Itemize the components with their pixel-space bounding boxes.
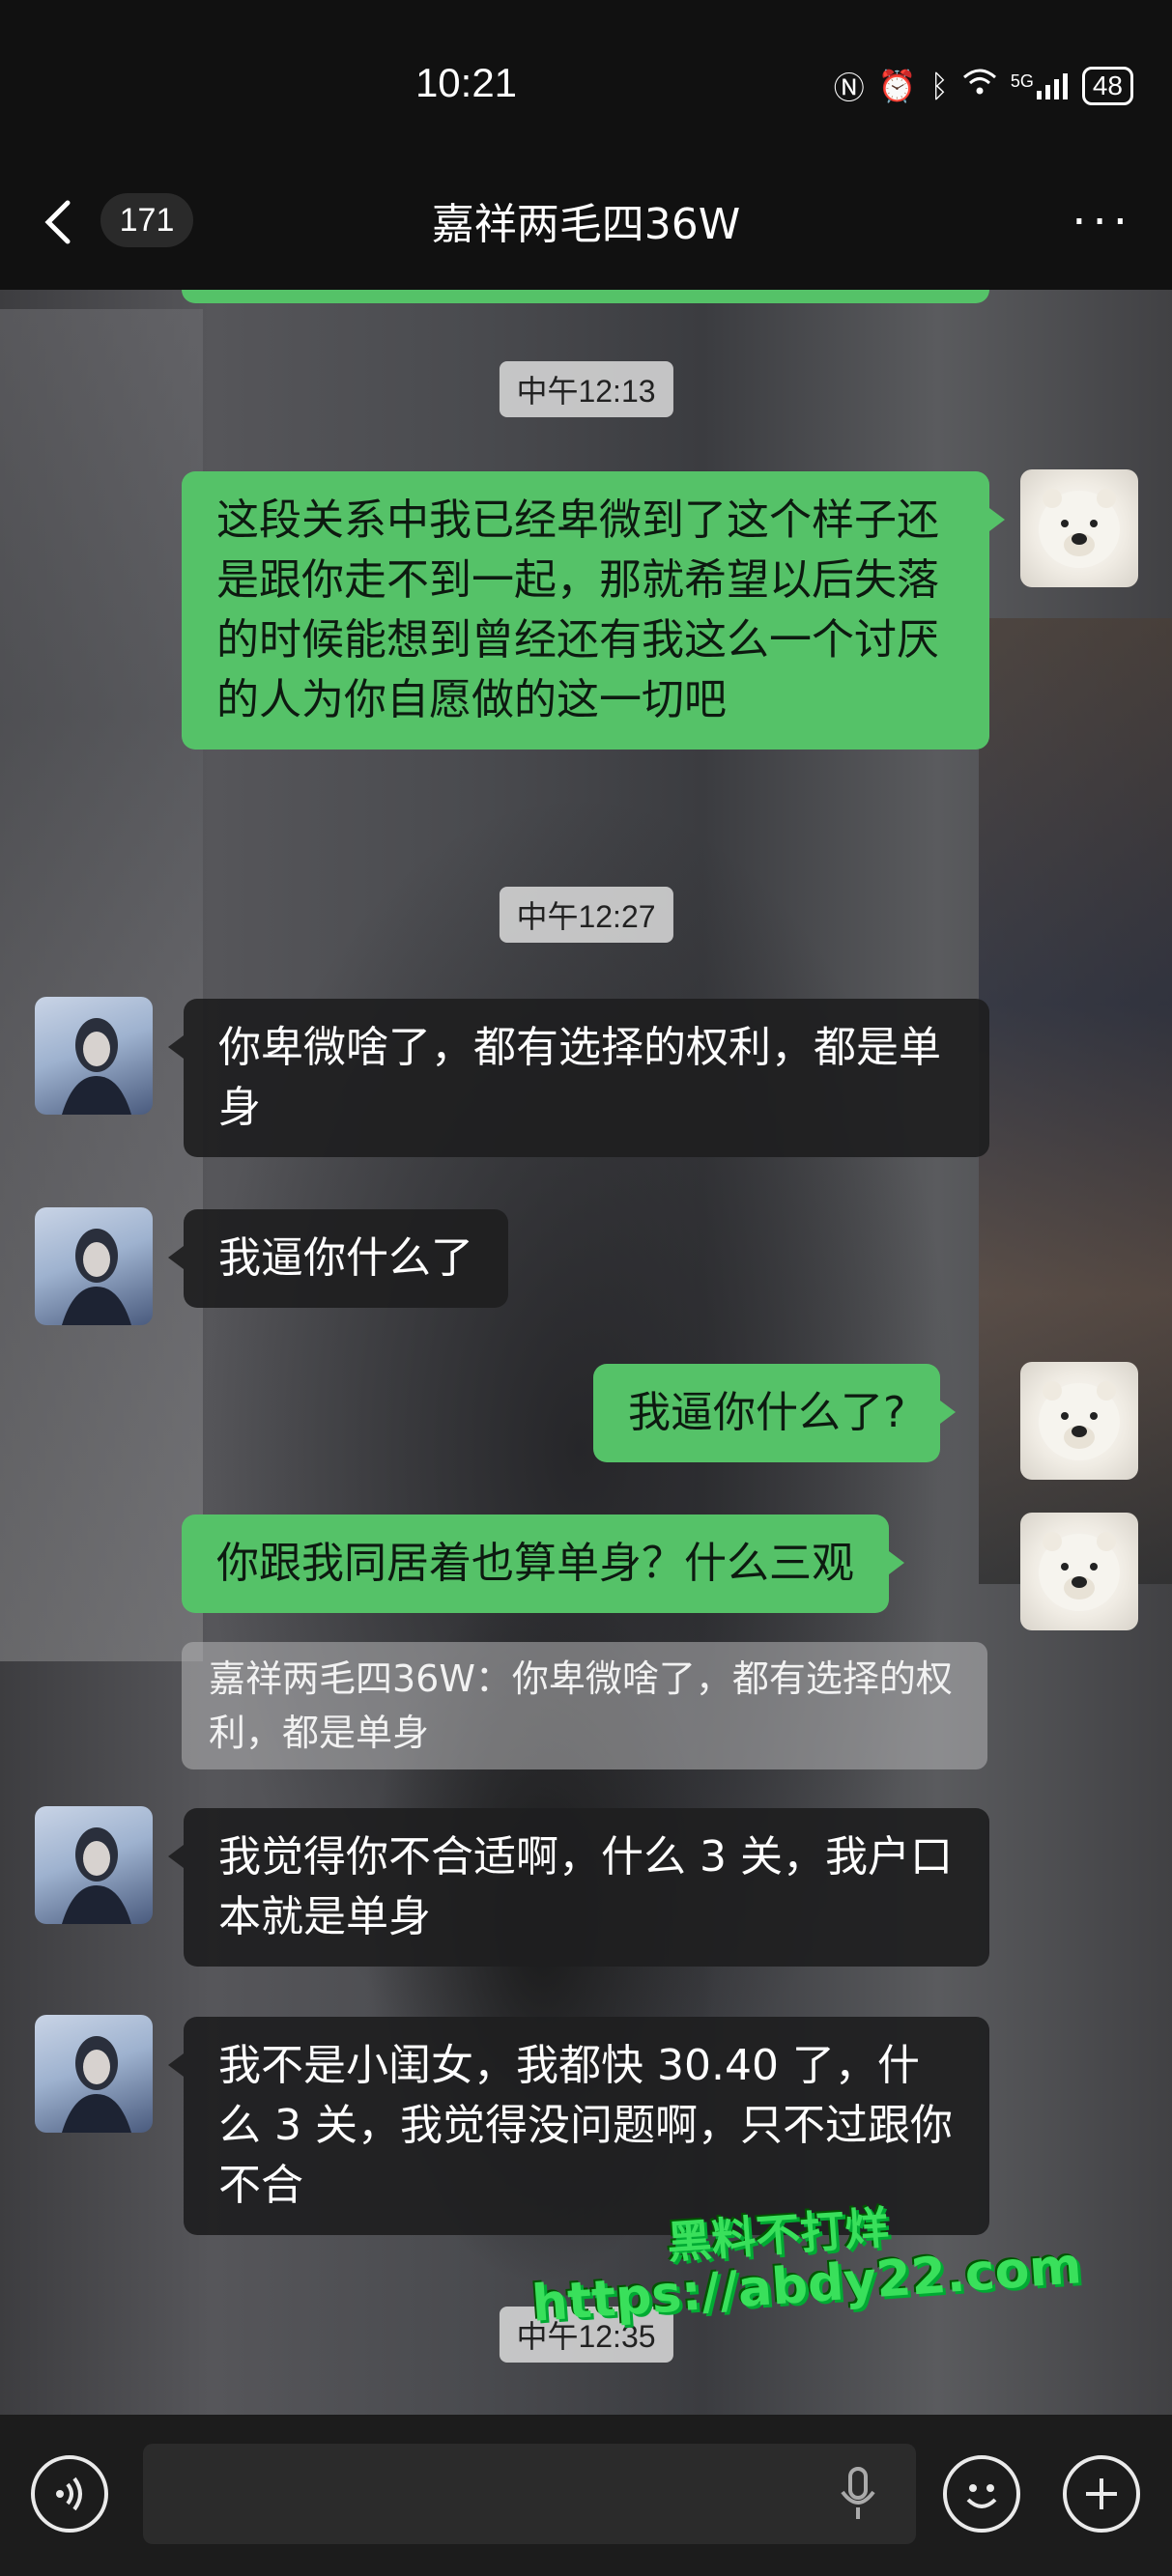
sent-message-bubble[interactable]: 这段关系中我已经卑微到了这个样子还是跟你走不到一起，那就希望以后失落的时候能想到… [182,471,1005,750]
system-icons: Ⓝ ⏰ ᛒ 5G 48 [834,64,1133,108]
more-functions-button[interactable] [1063,2455,1140,2533]
partial-sent-bubble [182,290,989,303]
alarm-icon: ⏰ [877,69,917,103]
polar-bear-icon [1039,1381,1120,1460]
contact-avatar[interactable] [35,1806,153,1924]
clock: 10:21 [414,60,518,105]
signal-icon: 5G [1011,71,1069,100]
timestamp: 中午12:13 [499,361,673,417]
received-message-bubble[interactable]: 我觉得你不合适啊，什么 3 关，我户口本就是单身 [168,1808,989,1967]
contact-photo-icon [62,1018,131,1115]
smiley-icon [966,2484,997,2508]
voice-icon [56,2477,82,2511]
timestamp: 中午12:27 [499,887,673,943]
sent-message-bubble[interactable]: 我逼你什么了? [593,1364,957,1462]
status-bar: 10:21 Ⓝ ⏰ ᛒ 5G 48 [0,0,1172,174]
my-avatar[interactable] [1020,1513,1138,1630]
contact-photo-icon [62,1827,131,1924]
polar-bear-icon [1039,489,1120,568]
message-input[interactable] [143,2444,916,2544]
contact-avatar[interactable] [35,1207,153,1325]
contact-avatar[interactable] [35,997,153,1115]
emoji-button[interactable] [943,2455,1020,2533]
more-options-button[interactable]: ··· [1072,199,1133,245]
quoted-message[interactable]: 嘉祥两毛四36W：你卑微啥了，都有选择的权利，都是单身 [182,1642,987,1769]
contact-photo-icon [62,2036,131,2133]
message-list[interactable]: 中午12:13 这段关系中我已经卑微到了这个样子还是跟你走不到一起，那就希望以后… [0,290,1172,2415]
plus-icon [1086,2478,1117,2509]
battery-indicator: 48 [1081,67,1133,105]
nfc-icon: Ⓝ [833,71,865,105]
bluetooth-icon: ᛒ [929,68,949,103]
sent-message-bubble[interactable]: 你跟我同居着也算单身？什么三观 [182,1514,904,1613]
voice-input-button[interactable] [31,2455,108,2533]
wifi-icon [962,68,997,104]
contact-avatar[interactable] [35,2015,153,2133]
chat-title: 嘉祥两毛四36W [431,200,741,249]
received-message-bubble[interactable]: 你卑微啥了，都有选择的权利，都是单身 [168,999,989,1157]
microphone-icon[interactable] [839,2465,877,2527]
contact-photo-icon [62,1229,131,1325]
my-avatar[interactable] [1020,1362,1138,1480]
received-message-bubble[interactable]: 我逼你什么了 [168,1209,508,1308]
polar-bear-icon [1039,1532,1120,1611]
my-avatar[interactable] [1020,469,1138,587]
